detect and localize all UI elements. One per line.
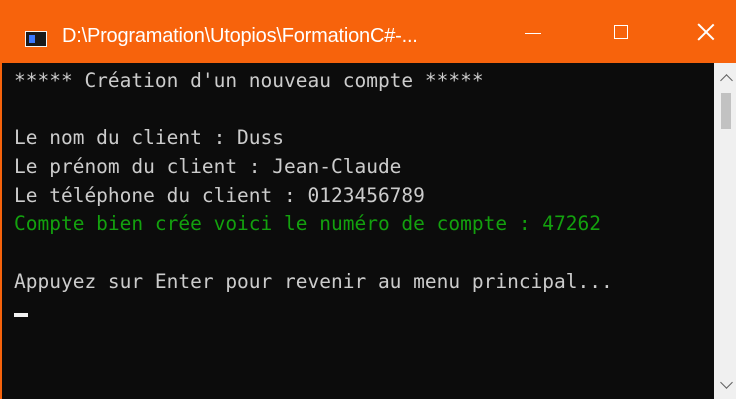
close-icon: [697, 23, 715, 41]
console-line-phone: Le téléphone du client : 0123456789: [14, 183, 425, 207]
maximize-button[interactable]: [589, 0, 653, 63]
console-output[interactable]: ***** Création d'un nouveau compte *****…: [14, 63, 714, 399]
console-line-success: Compte bien crée voici le numéro de comp…: [14, 212, 601, 236]
window-title: D:\Programation\Utopios\FormationC#-...: [62, 25, 418, 47]
vertical-scrollbar[interactable]: [714, 63, 736, 399]
console-line-prompt: Appuyez sur Enter pour revenir au menu p…: [14, 269, 613, 293]
scroll-thumb[interactable]: [721, 93, 731, 129]
chevron-up-icon: [719, 73, 733, 87]
minimize-icon: [525, 33, 541, 34]
scroll-down-button[interactable]: [714, 371, 736, 399]
console-header-line: ***** Création d'un nouveau compte *****: [14, 69, 484, 92]
close-button[interactable]: [674, 0, 736, 63]
console-app-icon[interactable]: [25, 31, 47, 47]
console-cursor-line: [14, 297, 714, 326]
scroll-up-button[interactable]: [714, 63, 736, 91]
console-line-first-name: Le prénom du client : Jean-Claude: [14, 155, 402, 179]
chevron-down-icon: [719, 375, 733, 389]
console-line-last-name: Le nom du client : Duss: [14, 126, 285, 150]
console-window: D:\Programation\Utopios\FormationC#-... …: [0, 0, 736, 399]
title-bar[interactable]: D:\Programation\Utopios\FormationC#-...: [2, 0, 736, 63]
minimize-button[interactable]: [501, 0, 565, 63]
maximize-icon: [614, 24, 628, 39]
text-cursor: [14, 312, 28, 317]
